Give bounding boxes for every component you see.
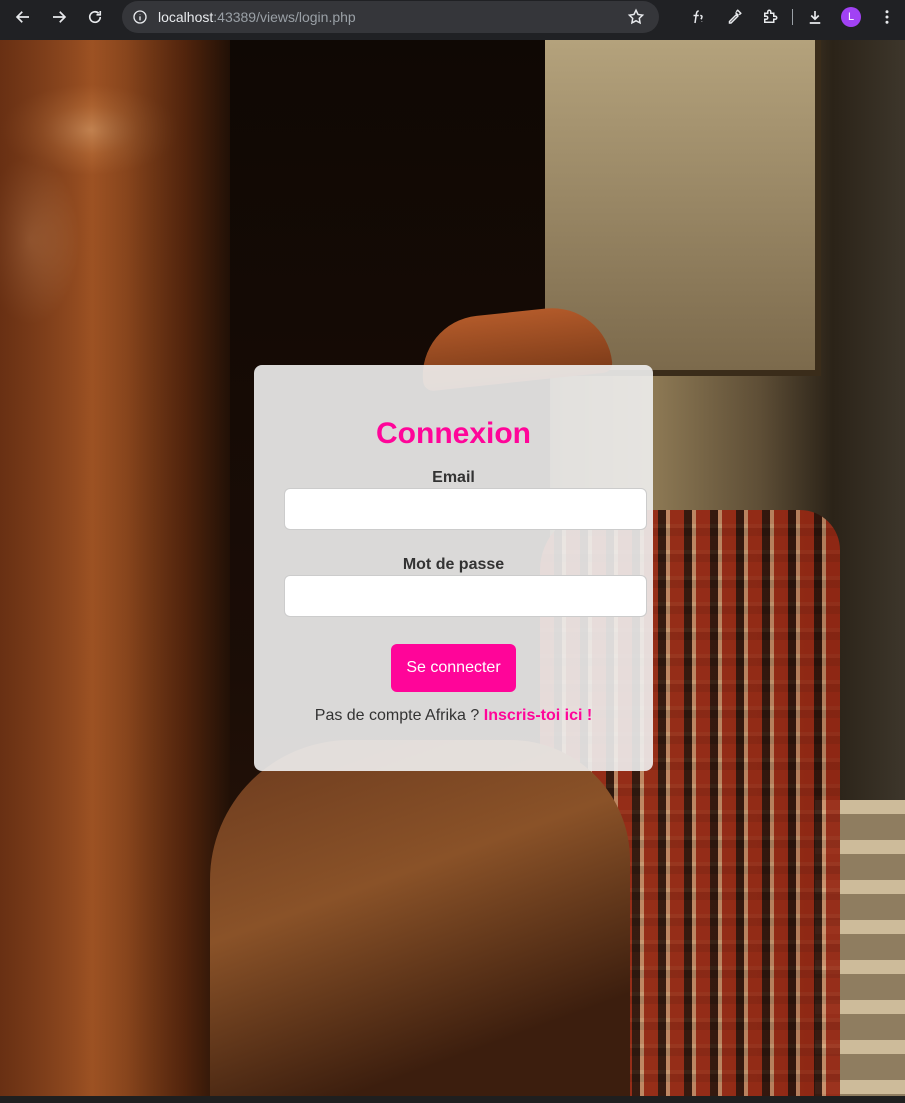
eyedropper-icon[interactable] [716,0,752,34]
background-coat [210,740,630,1096]
browser-toolbar: localhost:43389/views/login.php L [0,0,905,40]
reload-icon[interactable] [79,1,111,33]
page-title: Connexion [376,417,531,450]
address-bar[interactable]: localhost:43389/views/login.php [122,1,659,33]
login-button[interactable]: Se connecter [391,644,516,692]
background-wood-wall [0,40,230,1096]
signup-row: Pas de compte Afrika ? Inscris-toi ici ! [254,707,653,725]
toolbar-actions: L [680,0,905,34]
star-icon[interactable] [627,8,645,26]
profile-button[interactable]: L [833,0,869,34]
toolbar-divider [792,9,793,25]
url-text[interactable]: localhost:43389/views/login.php [158,9,356,25]
forward-icon[interactable] [43,1,75,33]
password-label: Mot de passe [402,556,505,573]
more-icon[interactable] [869,0,905,34]
back-icon[interactable] [7,1,39,33]
password-field[interactable] [284,575,647,617]
avatar: L [841,7,861,27]
bottom-edge [0,1096,905,1103]
info-icon[interactable] [132,9,148,25]
extensions-icon[interactable] [752,0,788,34]
download-icon[interactable] [797,0,833,34]
signup-prompt: Pas de compte Afrika ? [314,707,480,724]
signup-link[interactable]: Inscris-toi ici ! [484,707,592,724]
email-label: Email [432,469,475,486]
login-card: Connexion Email Mot de passe Se connecte… [254,365,653,771]
function-icon[interactable] [680,0,716,34]
page-viewport: Connexion Email Mot de passe Se connecte… [0,40,905,1096]
email-field[interactable] [284,488,647,530]
